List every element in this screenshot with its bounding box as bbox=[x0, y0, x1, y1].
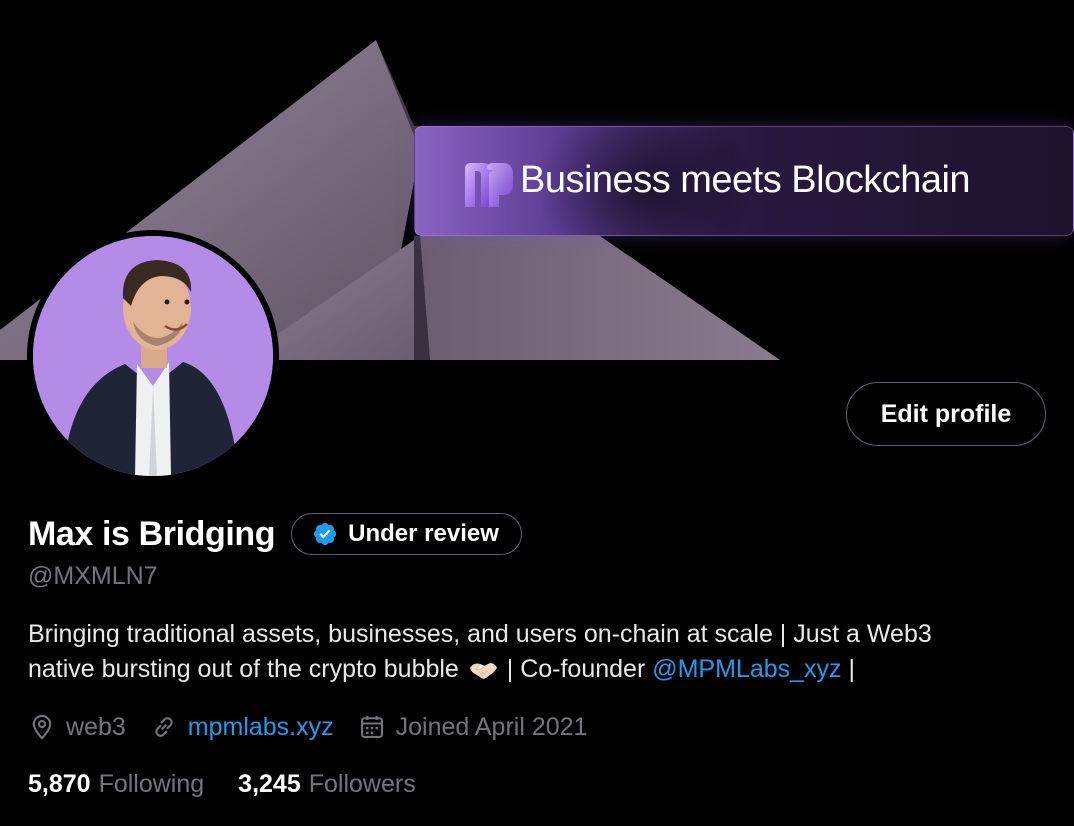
location-item: web3 bbox=[28, 713, 126, 742]
joined-item: Joined April 2021 bbox=[358, 712, 588, 742]
mpm-logo-icon bbox=[465, 163, 513, 207]
bio-text: | bbox=[848, 655, 856, 683]
verification-status-label: Under review bbox=[348, 520, 499, 547]
profile-photo bbox=[33, 236, 273, 476]
handshake-emoji bbox=[469, 663, 497, 679]
bio-text: native bursting out of the crypto bubble bbox=[28, 655, 459, 683]
bio-text: | Co-founder bbox=[506, 655, 646, 683]
following-count: 5,870 bbox=[28, 769, 91, 798]
verification-status-badge[interactable]: Under review bbox=[291, 513, 522, 555]
bio-line-2: native bursting out of the crypto bubble… bbox=[28, 652, 1058, 687]
followers-count: 3,245 bbox=[238, 769, 301, 798]
banner-promo-card: Business meets Blockchain bbox=[414, 126, 1074, 236]
location-text: web3 bbox=[66, 712, 126, 741]
user-handle: @MXMLN7 bbox=[28, 562, 158, 590]
followers-label: Followers bbox=[308, 769, 416, 798]
following-label: Following bbox=[98, 769, 205, 798]
joined-date: Joined April 2021 bbox=[395, 712, 588, 741]
bio-line-1: Bringing traditional assets, businesses,… bbox=[28, 620, 932, 648]
profile-meta-row: web3 mpmlabs.xyz Joined April 2021 bbox=[28, 708, 611, 746]
followers-stat[interactable]: 3,245 Followers bbox=[238, 770, 416, 799]
avatar[interactable] bbox=[27, 230, 279, 482]
display-name: Max is Bridging bbox=[28, 514, 276, 553]
mention-link[interactable]: @MPMLabs_xyz bbox=[652, 655, 841, 683]
following-stat[interactable]: 5,870 Following bbox=[28, 770, 204, 799]
profile-bio: Bringing traditional assets, businesses,… bbox=[28, 617, 1058, 687]
edit-profile-button[interactable]: Edit profile bbox=[846, 382, 1046, 446]
link-icon bbox=[155, 717, 173, 737]
website-link[interactable]: mpmlabs.xyz bbox=[188, 713, 334, 742]
profile-name-row: Max is Bridging Under review bbox=[28, 510, 522, 558]
follow-stats: 5,870 Following 3,245 Followers bbox=[28, 766, 450, 802]
banner-headline: Business meets Blockchain bbox=[520, 159, 971, 201]
calendar-icon bbox=[360, 715, 383, 738]
location-pin-icon bbox=[32, 714, 52, 740]
website-item[interactable]: mpmlabs.xyz bbox=[150, 713, 334, 742]
verified-check-icon bbox=[314, 522, 337, 546]
